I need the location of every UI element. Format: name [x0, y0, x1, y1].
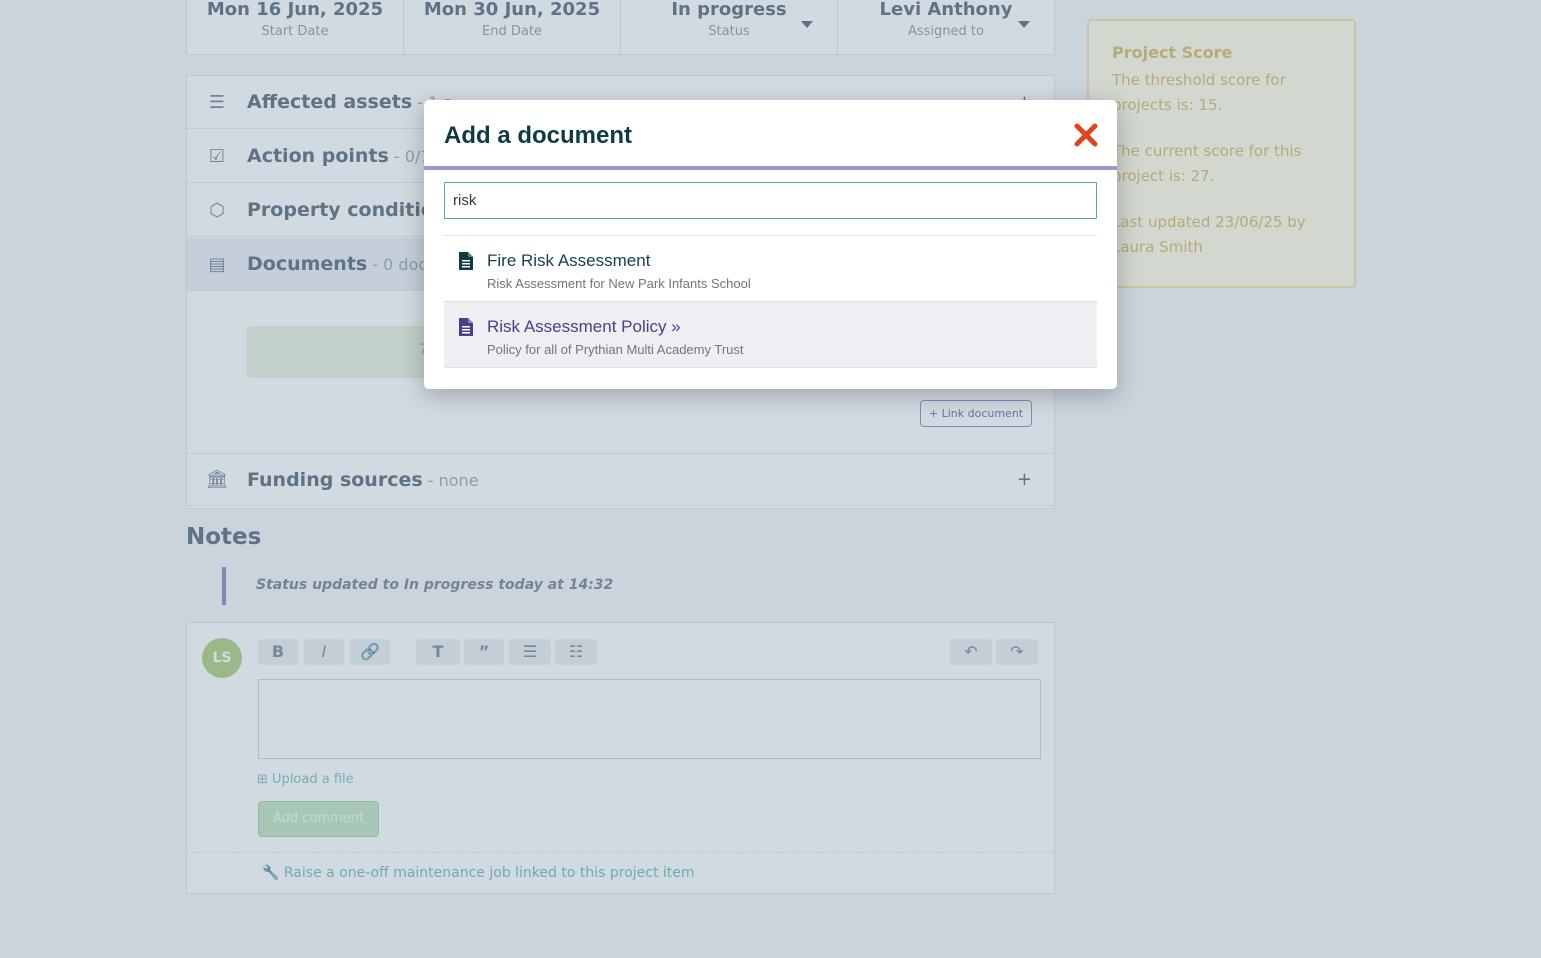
- close-icon[interactable]: [1071, 120, 1101, 150]
- modal-header: Add a document: [424, 100, 1117, 170]
- document-icon: [459, 318, 473, 336]
- modal-title: Add a document: [444, 122, 633, 149]
- document-icon: [459, 252, 473, 270]
- result-title: Risk Assessment Policy »: [487, 317, 681, 336]
- search-results: Fire Risk Assessment Risk Assessment for…: [444, 235, 1097, 368]
- result-subtitle: Policy for all of Prythian Multi Academy…: [487, 342, 744, 357]
- result-item-selected[interactable]: Risk Assessment Policy » Policy for all …: [444, 302, 1097, 368]
- document-search-input[interactable]: [444, 182, 1097, 219]
- result-subtitle: Risk Assessment for New Park Infants Sch…: [487, 276, 751, 291]
- add-document-modal: Add a document Fire Risk Assessment Risk…: [424, 100, 1117, 389]
- result-title: Fire Risk Assessment: [487, 251, 651, 270]
- result-item[interactable]: Fire Risk Assessment Risk Assessment for…: [444, 236, 1097, 302]
